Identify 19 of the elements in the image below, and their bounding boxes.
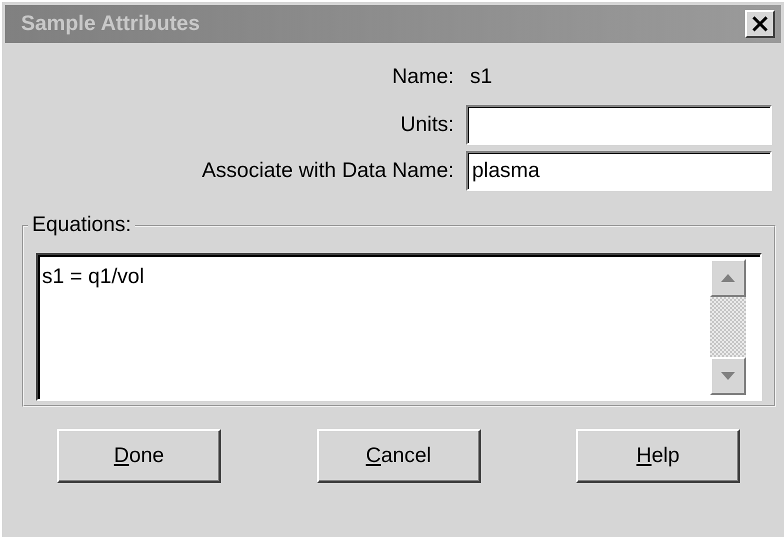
dialog-button[interactable]: Help [576,429,740,483]
input-field[interactable]: plasma [466,151,772,191]
scroll-down-button[interactable] [710,357,746,395]
equations-textarea[interactable]: s1 = q1/vol [36,253,762,401]
dialog-button[interactable]: Done [57,429,221,483]
field-label: Name: [391,65,454,89]
scrollbar[interactable] [710,259,746,395]
group-label: Equations: [28,213,136,237]
input-field[interactable] [466,105,772,145]
close-button[interactable]: × [745,10,775,38]
field-label: Units: [399,113,454,137]
field-label: Associate with Data Name: [200,159,454,183]
equation-text: s1 = q1/vol [41,264,144,290]
dialog-button[interactable]: Cancel [316,429,480,483]
up-arrow-icon [721,274,735,282]
window-title: Sample Attributes [21,12,200,36]
down-arrow-icon [721,372,735,380]
name-value: s1 [469,64,494,90]
scroll-up-button[interactable] [710,259,746,297]
